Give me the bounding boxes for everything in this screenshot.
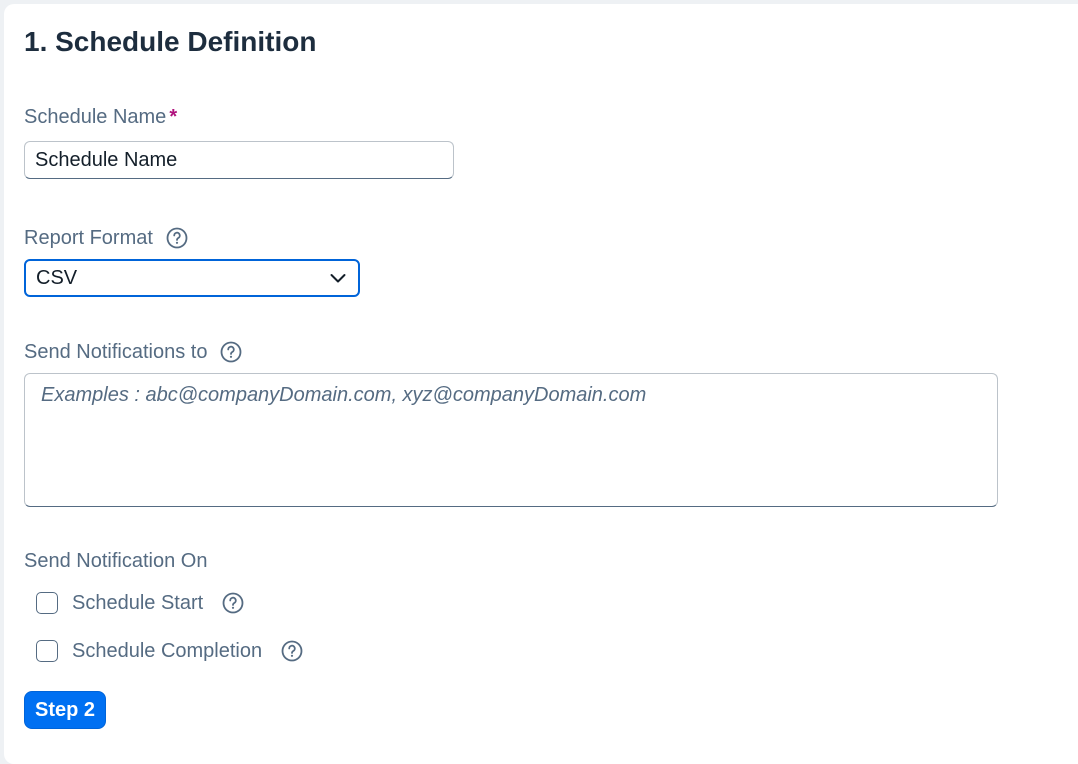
chevron-down-icon bbox=[330, 274, 346, 283]
schedule-name-input[interactable] bbox=[24, 141, 454, 179]
notifications-help-icon[interactable] bbox=[219, 340, 243, 364]
schedule-name-label: Schedule Name * bbox=[24, 106, 177, 129]
schedule-start-checkbox[interactable] bbox=[36, 592, 58, 614]
notify-on-label: Send Notification On bbox=[24, 550, 207, 573]
notifications-label: Send Notifications to bbox=[24, 340, 243, 364]
schedule-completion-option: Schedule Completion bbox=[36, 639, 304, 663]
schedule-name-label-text: Schedule Name bbox=[24, 106, 167, 128]
step-2-button[interactable]: Step 2 bbox=[24, 691, 107, 729]
required-marker: * bbox=[169, 106, 178, 128]
report-format-help-icon[interactable] bbox=[165, 226, 189, 250]
section-title: 1. Schedule Definition bbox=[24, 26, 317, 57]
notifications-email-textarea[interactable] bbox=[24, 373, 998, 507]
report-format-selected-value: CSV bbox=[36, 266, 78, 289]
schedule-start-label[interactable]: Schedule Start bbox=[72, 592, 203, 615]
notify-on-label-text: Send Notification On bbox=[24, 550, 208, 572]
report-format-label-text: Report Format bbox=[24, 226, 153, 249]
notifications-label-text: Send Notifications to bbox=[24, 340, 208, 363]
schedule-completion-label[interactable]: Schedule Completion bbox=[72, 640, 262, 663]
schedule-completion-help-icon[interactable] bbox=[280, 639, 304, 663]
schedule-start-option: Schedule Start bbox=[36, 591, 245, 615]
schedule-completion-checkbox[interactable] bbox=[36, 640, 58, 662]
report-format-select[interactable]: CSV bbox=[24, 259, 360, 297]
schedule-start-help-icon[interactable] bbox=[221, 591, 245, 615]
report-format-label: Report Format bbox=[24, 226, 189, 250]
